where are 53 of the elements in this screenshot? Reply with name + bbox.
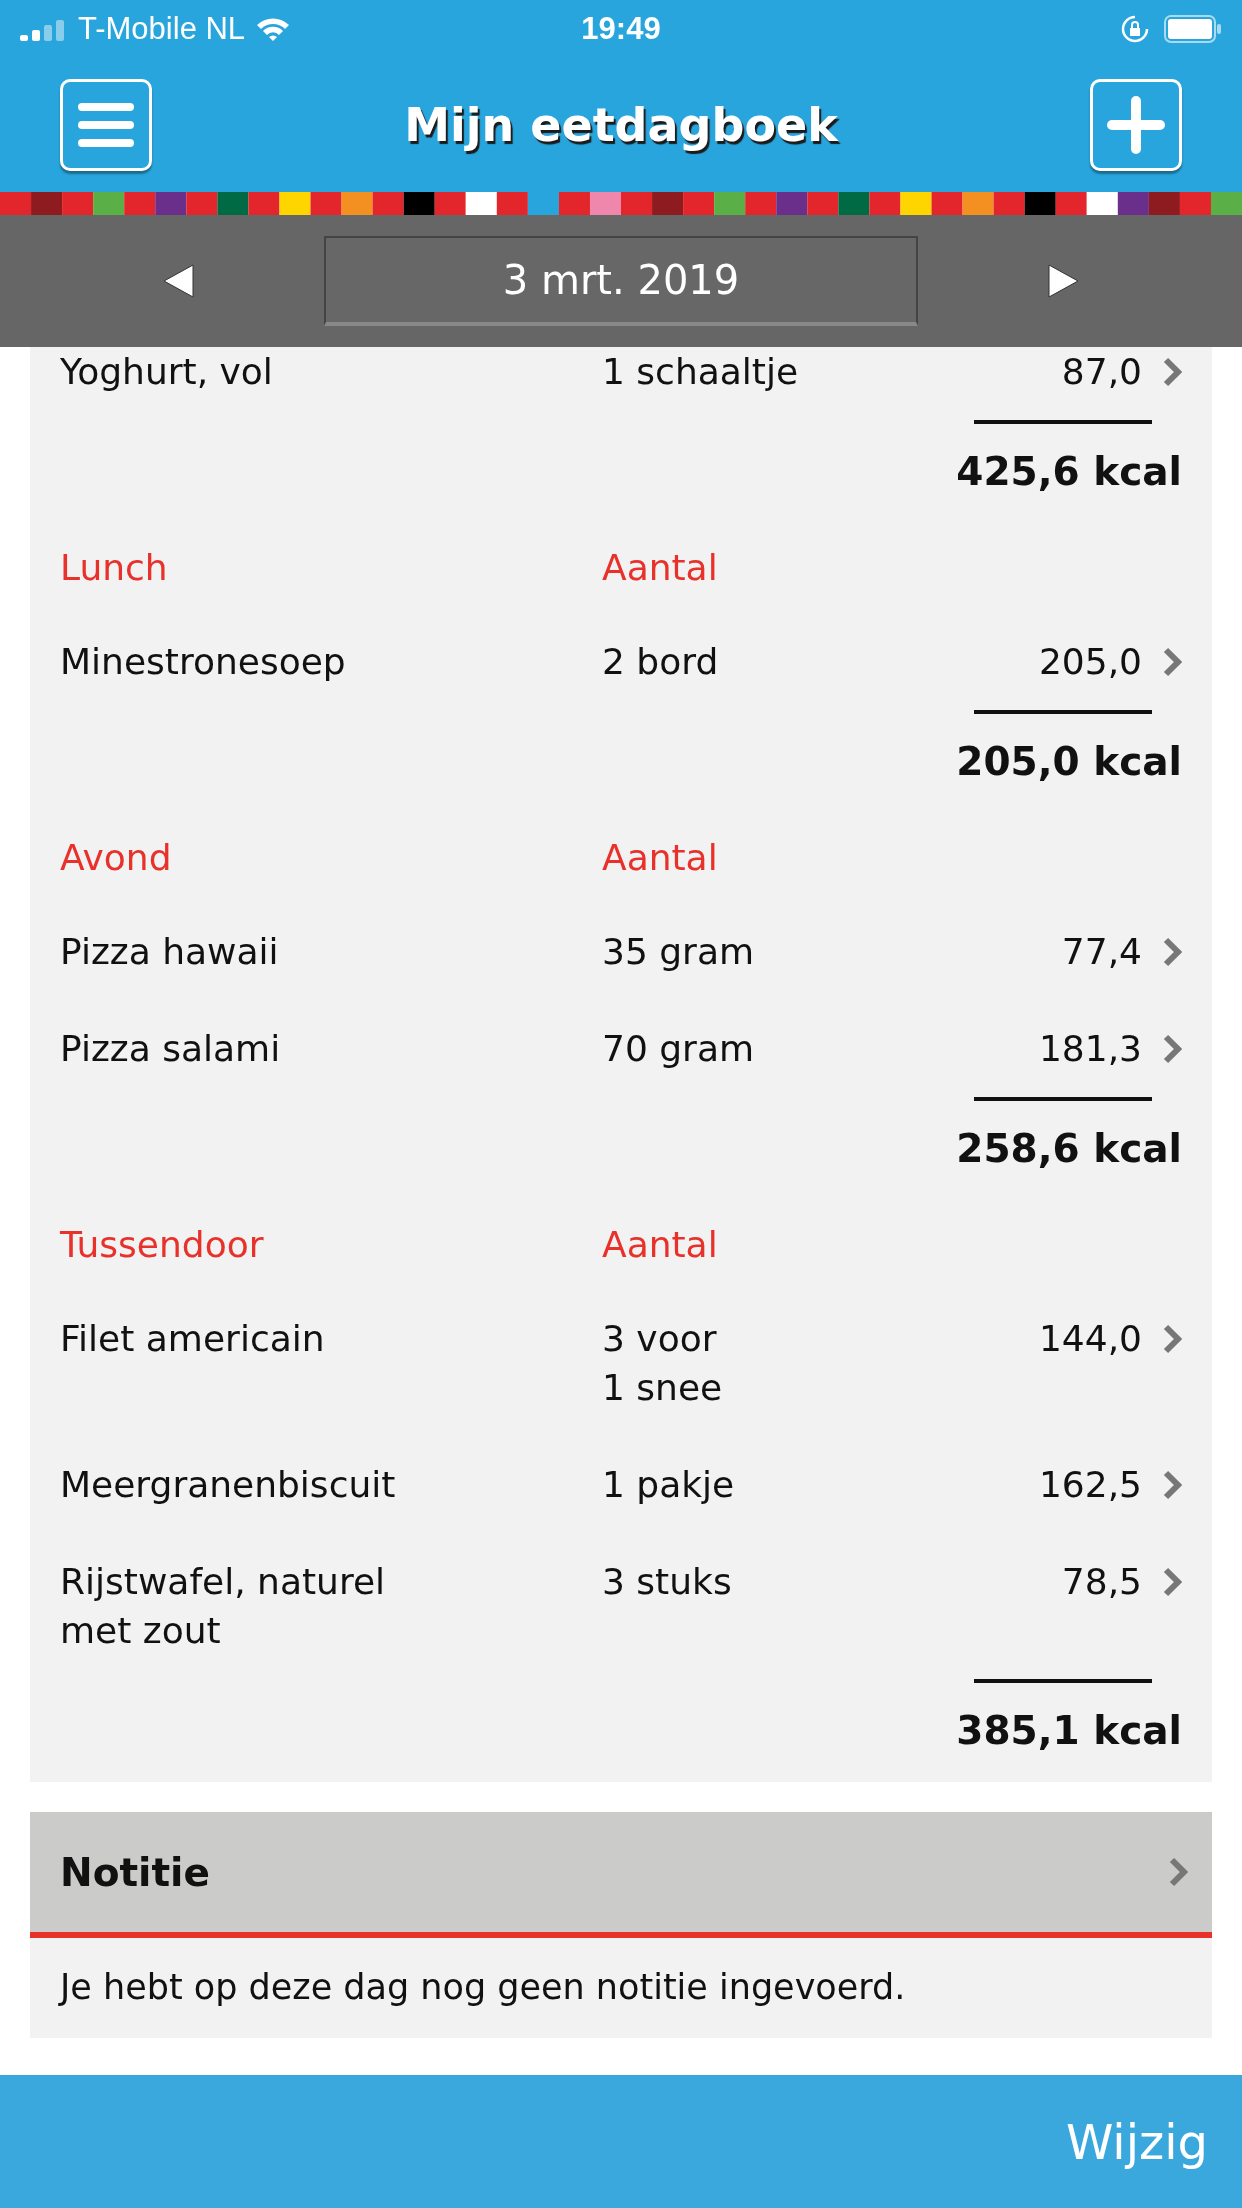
column-header: Aantal xyxy=(602,836,719,880)
plus-icon xyxy=(1105,93,1167,156)
food-kcal: 87,0 xyxy=(1061,350,1142,394)
food-amount: 35 gram xyxy=(602,930,756,974)
date-display[interactable]: 3 mrt. 2019 xyxy=(324,236,918,326)
meal-total: 205,0 kcal xyxy=(955,738,1182,786)
meal-title: Tussendoor xyxy=(60,1223,265,1267)
food-amount: 70 gram xyxy=(602,1027,756,1071)
food-kcal: 205,0 xyxy=(1038,640,1142,684)
meal-total: 425,6 kcal xyxy=(955,448,1182,496)
note-header[interactable]: Notitie xyxy=(30,1812,1212,1938)
chevron-right-icon xyxy=(1162,646,1182,677)
carrier-name: T-Mobile NL xyxy=(78,10,246,47)
rotation-lock-icon xyxy=(1120,13,1150,44)
food-name: Pizza salami xyxy=(60,1027,282,1071)
add-button[interactable] xyxy=(1090,78,1182,171)
chevron-right-icon xyxy=(1162,1323,1182,1354)
food-amount: 3 stuks xyxy=(602,1560,733,1604)
chevron-right-icon xyxy=(1162,1469,1182,1500)
food-name: Filet americain xyxy=(60,1317,326,1361)
battery-icon xyxy=(1164,14,1222,43)
note-text: Je hebt op deze dag nog geen notitie ingevoerd. xyxy=(30,1938,1212,2038)
food-amount: 1 schaaltje xyxy=(602,350,800,394)
food-name: Yoghurt, vol xyxy=(60,350,274,394)
chevron-right-icon xyxy=(1162,1033,1182,1064)
chevron-right-icon xyxy=(1162,1566,1182,1597)
food-amount: 1 pakje xyxy=(602,1463,736,1507)
food-name: Meergranenbiscuit xyxy=(60,1463,397,1507)
meal-title: Lunch xyxy=(60,546,169,590)
right-triangle-icon xyxy=(1045,263,1081,299)
clock-time: 19:49 xyxy=(581,10,661,47)
food-kcal: 144,0 xyxy=(1038,1317,1142,1361)
food-name: Rijstwafel, naturel met zout xyxy=(60,1560,387,1653)
meal-total: 258,6 kcal xyxy=(955,1125,1182,1173)
menu-button[interactable] xyxy=(60,78,152,171)
food-kcal: 78,5 xyxy=(1061,1560,1142,1604)
food-name: Minestronesoep xyxy=(60,640,347,684)
menu-icon xyxy=(76,100,136,149)
column-header: Aantal xyxy=(602,1223,719,1267)
left-triangle-icon xyxy=(161,263,197,299)
food-name: Pizza hawaii xyxy=(60,930,280,974)
page-title: Mijn eetdagboek xyxy=(404,97,838,152)
chevron-right-icon xyxy=(1168,1857,1188,1887)
food-amount: 3 voor 1 snee xyxy=(602,1317,724,1410)
food-kcal: 77,4 xyxy=(1061,930,1142,974)
meal-total: 385,1 kcal xyxy=(955,1707,1182,1755)
food-kcal: 181,3 xyxy=(1038,1027,1142,1071)
chevron-right-icon xyxy=(1162,936,1182,967)
meal-title: Avond xyxy=(60,836,173,880)
food-amount: 2 bord xyxy=(602,640,720,684)
food-kcal: 162,5 xyxy=(1038,1463,1142,1507)
column-header: Aantal xyxy=(602,546,719,590)
chevron-right-icon xyxy=(1162,356,1182,387)
